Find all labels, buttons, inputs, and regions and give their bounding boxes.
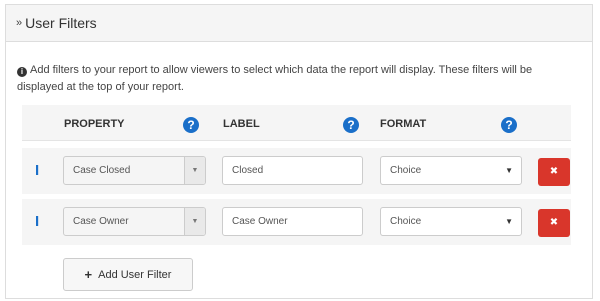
panel-title: User Filters xyxy=(25,15,97,31)
chevron-down-icon: ▼ xyxy=(505,166,513,175)
label-input[interactable]: Case Owner xyxy=(222,207,363,236)
chevron-down-icon: ▼ xyxy=(505,217,513,226)
filters-table: PROPERTY ? LABEL ? FORMAT ? I Case Close… xyxy=(22,105,571,248)
add-user-filter-button[interactable]: + Add User Filter xyxy=(63,258,193,291)
table-row: I Case Closed ▼ Closed Choice ▼ ✖ xyxy=(22,148,571,194)
property-select-value: Case Owner xyxy=(73,216,129,227)
info-text: Add filters to your report to allow view… xyxy=(17,64,533,93)
property-select[interactable]: Case Closed ▼ xyxy=(63,156,206,185)
info-message: i Add filters to your report to allow vie… xyxy=(17,62,577,96)
property-select[interactable]: Case Owner ▼ xyxy=(63,207,206,236)
info-circle-icon: i xyxy=(17,67,27,77)
chevron-down-icon[interactable]: » xyxy=(16,17,22,29)
label-input-value: Case Owner xyxy=(232,216,288,227)
table-header: PROPERTY ? LABEL ? FORMAT ? xyxy=(22,105,571,141)
table-row: I Case Owner ▼ Case Owner Choice ▼ ✖ xyxy=(22,199,571,245)
drag-handle-icon[interactable]: I xyxy=(35,163,39,178)
column-header-label: LABEL xyxy=(223,118,260,130)
delete-filter-button[interactable]: ✖ xyxy=(538,209,570,237)
panel-header[interactable]: » User Filters xyxy=(6,5,592,42)
format-help-icon[interactable]: ? xyxy=(501,117,517,133)
format-select-value: Choice xyxy=(390,165,422,176)
format-select[interactable]: Choice ▼ xyxy=(380,156,522,185)
plus-icon: + xyxy=(84,267,93,282)
add-user-filter-label: Add User Filter xyxy=(98,268,172,281)
column-header-format: FORMAT xyxy=(380,118,427,130)
property-help-icon[interactable]: ? xyxy=(183,117,199,133)
format-select-value: Choice xyxy=(390,216,422,227)
close-icon: ✖ xyxy=(549,217,559,228)
chevron-down-icon: ▼ xyxy=(184,208,205,235)
drag-handle-icon[interactable]: I xyxy=(35,214,39,229)
label-input-value: Closed xyxy=(232,165,264,176)
close-icon: ✖ xyxy=(549,166,559,177)
property-select-value: Case Closed xyxy=(73,165,131,176)
chevron-down-icon: ▼ xyxy=(184,157,205,184)
delete-filter-button[interactable]: ✖ xyxy=(538,158,570,186)
label-input[interactable]: Closed xyxy=(222,156,363,185)
label-help-icon[interactable]: ? xyxy=(343,117,359,133)
format-select[interactable]: Choice ▼ xyxy=(380,207,522,236)
column-header-property: PROPERTY xyxy=(64,118,125,130)
